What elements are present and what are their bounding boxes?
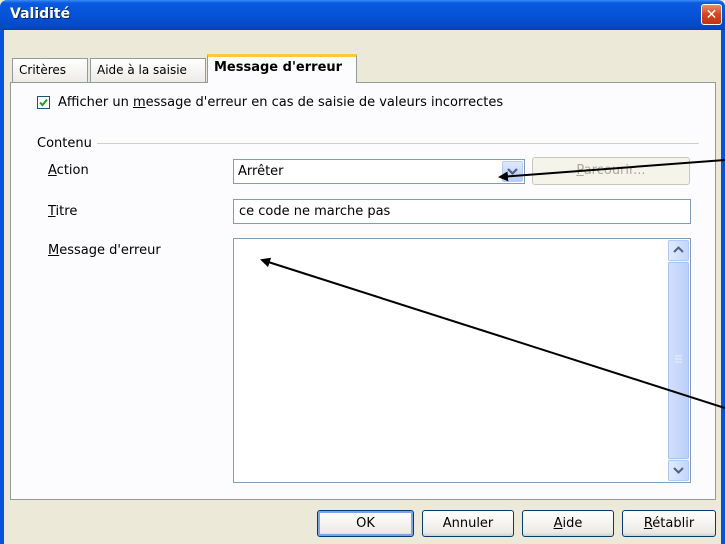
tab-message-erreur[interactable]: Message d'erreur	[207, 54, 357, 83]
annotation-arrows	[260, 159, 725, 409]
annotation-arrow-action	[498, 159, 725, 182]
annotation-arrow-message	[260, 257, 725, 409]
tab-message-erreur-label: Message d'erreur	[214, 60, 343, 75]
